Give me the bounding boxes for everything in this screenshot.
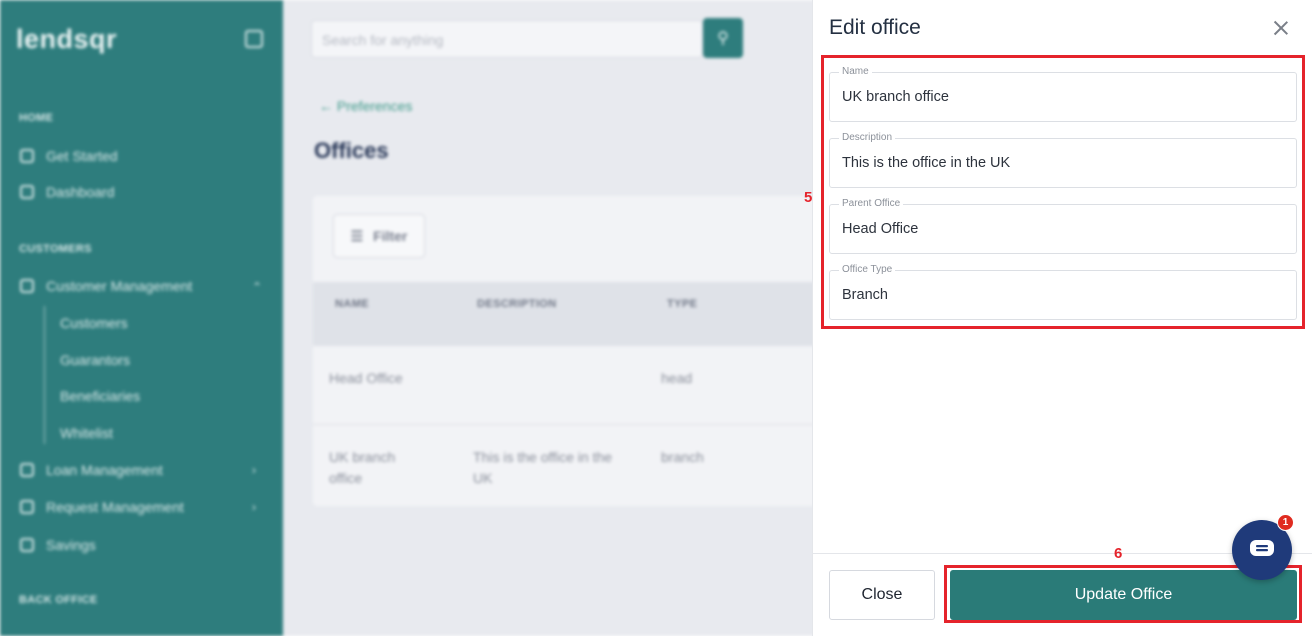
table-header: NAME DESCRIPTION TYPE: [313, 282, 833, 346]
logo: lendsqr: [16, 24, 118, 54]
sidebar-subitem-customers[interactable]: Customers: [60, 315, 128, 331]
search-button[interactable]: ⚲: [703, 18, 743, 58]
users-icon: [20, 279, 34, 293]
table-cell: Head Office: [329, 370, 403, 386]
table-cell: This is the office in the UK: [473, 449, 613, 486]
section-customers: CUSTOMERS: [19, 243, 92, 255]
dashboard-icon: [20, 185, 34, 199]
column-header-description[interactable]: DESCRIPTION: [477, 298, 557, 310]
sidebar-item-label: Savings: [46, 537, 96, 553]
fields-step-number: 5: [804, 189, 813, 206]
drawer-title: Edit office: [829, 16, 921, 39]
column-header-type[interactable]: TYPE: [667, 298, 697, 310]
sidebar-item-customer-management[interactable]: Customer Management: [20, 276, 192, 296]
sidebar-collapse-icon[interactable]: [245, 30, 263, 48]
sidebar-item-label: Get Started: [46, 148, 118, 164]
offices-table-card: ☰ Filter NAME DESCRIPTION TYPE Head Offi…: [313, 196, 833, 506]
sidebar-item-loan-management[interactable]: Loan Management: [20, 460, 163, 480]
close-icon[interactable]: [1270, 17, 1292, 39]
column-header-name[interactable]: NAME: [335, 298, 369, 310]
search-icon: ⚲: [717, 30, 729, 47]
sidebar-item-label: Loan Management: [46, 462, 163, 478]
chevron-right-icon: ›: [252, 500, 256, 514]
chat-icon: [1250, 540, 1274, 556]
home-icon: [20, 149, 34, 163]
sidebar-subitem-whitelist[interactable]: Whitelist: [60, 425, 113, 441]
sidebar-subitem-beneficiaries[interactable]: Beneficiaries: [60, 388, 140, 404]
section-home: HOME: [19, 112, 54, 124]
filter-icon: ☰: [350, 227, 364, 244]
search-input[interactable]: Search for anything: [311, 20, 703, 58]
sidebar-item-dashboard[interactable]: Dashboard: [20, 182, 115, 202]
chevron-right-icon: ›: [252, 463, 256, 477]
submenu-line: [44, 306, 45, 444]
table-cell: branch: [661, 449, 704, 465]
page-title: Offices: [314, 138, 389, 163]
breadcrumb[interactable]: ← Preferences: [319, 98, 412, 114]
section-back-office: BACK OFFICE: [19, 594, 98, 606]
row-divider: [313, 424, 833, 425]
notification-badge: 1: [1277, 514, 1294, 531]
sidebar-item-label: Customer Management: [46, 278, 193, 294]
sidebar-item-savings[interactable]: Savings: [20, 535, 96, 555]
fields-highlight-box: [821, 55, 1305, 329]
chart-icon: [20, 500, 34, 514]
sidebar-item-label: Request Management: [46, 499, 184, 515]
sidebar-item-label: Dashboard: [46, 184, 115, 200]
loan-icon: [20, 463, 34, 477]
savings-icon: [20, 538, 34, 552]
sidebar-item-request-management[interactable]: Request Management: [20, 497, 184, 517]
sidebar-item-get-started[interactable]: Get Started: [20, 146, 118, 166]
table-cell: head: [661, 370, 693, 386]
sidebar: lendsqr HOME Get Started Dashboard CUSTO…: [0, 0, 283, 636]
button-step-number: 6: [1114, 545, 1123, 562]
close-button[interactable]: Close: [829, 570, 935, 620]
sidebar-subitem-guarantors[interactable]: Guarantors: [60, 352, 130, 368]
chevron-up-icon: ⌃: [252, 280, 263, 294]
filter-button[interactable]: ☰ Filter: [333, 214, 425, 258]
table-cell: UK branch office: [329, 449, 396, 486]
